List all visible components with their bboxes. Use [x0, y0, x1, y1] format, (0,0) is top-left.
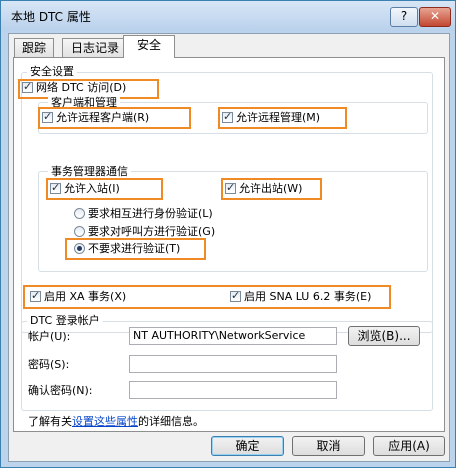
tab-logging[interactable]: 日志记录 [62, 38, 128, 57]
dialog-window: 本地 DTC 属性 ? ✕ 跟踪 日志记录 安全 安全设置 ✓ 网络 DTC 访问… [0, 0, 456, 468]
apply-button[interactable]: 应用(A) [373, 436, 445, 456]
mutual-auth-radio[interactable]: 要求相互进行身份验证(L) [74, 206, 213, 222]
enable-sna-checkbox[interactable]: ✓ 启用 SNA LU 6.2 事务(E) [230, 289, 371, 305]
info-prefix: 了解有关 [28, 415, 72, 428]
checkbox-box: ✓ [222, 110, 233, 123]
check-mark-icon: ✓ [51, 181, 61, 194]
cancel-button[interactable]: 取消 [292, 436, 365, 456]
browse-button[interactable]: 浏览(B)... [348, 326, 420, 346]
dtc-logon-label: DTC 登录帐户 [27, 314, 103, 327]
check-mark-icon: ✓ [43, 110, 53, 123]
check-mark-icon: ✓ [23, 80, 33, 93]
security-settings-label: 安全设置 [27, 65, 77, 78]
radio-circle [74, 208, 85, 219]
checkbox-box: ✓ [225, 181, 236, 194]
radio-selected-dot [77, 246, 82, 251]
confirm-password-label: 确认密码(N): [28, 384, 93, 397]
allow-inbound-checkbox[interactable]: ✓ 允许入站(I) [50, 181, 120, 197]
tab-security[interactable]: 安全 [123, 35, 175, 58]
help-button[interactable]: ? [390, 7, 418, 27]
allow-remote-clients-checkbox[interactable]: ✓ 允许远程客户端(R) [42, 110, 149, 126]
account-input[interactable]: NT AUTHORITY\NetworkService [129, 327, 337, 345]
allow-remote-clients-label: 允许远程客户端(R) [56, 111, 150, 124]
check-mark-icon: ✓ [231, 289, 241, 302]
checkbox-box: ✓ [22, 80, 33, 93]
allow-inbound-label: 允许入站(I) [64, 182, 120, 195]
settings-help-link[interactable]: 设置这些属性 [72, 415, 138, 428]
no-auth-label: 不要求进行验证(T) [88, 242, 181, 255]
security-tab-panel: 安全设置 ✓ 网络 DTC 访问(D) 客户端和管理 ✓ 允许远程客户端(R) ✓ 允… [13, 57, 445, 432]
enable-sna-label: 启用 SNA LU 6.2 事务(E) [244, 290, 372, 303]
checkbox-box: ✓ [42, 110, 53, 123]
mutual-auth-label: 要求相互进行身份验证(L) [88, 207, 213, 220]
title-bar[interactable]: 本地 DTC 属性 ? ✕ [1, 1, 455, 31]
close-button[interactable]: ✕ [419, 7, 451, 27]
radio-circle [74, 226, 85, 237]
tm-communication-label: 事务管理器通信 [48, 165, 131, 178]
checkbox-box: ✓ [50, 181, 61, 194]
dialog-client: 跟踪 日志记录 安全 安全设置 ✓ 网络 DTC 访问(D) 客户端和管理 ✓ 允许… [8, 33, 450, 462]
checkbox-box: ✓ [30, 289, 41, 302]
tab-tracing[interactable]: 跟踪 [14, 38, 54, 57]
allow-remote-admin-checkbox[interactable]: ✓ 允许远程管理(M) [222, 110, 320, 126]
window-title: 本地 DTC 属性 [11, 10, 91, 24]
confirm-password-input[interactable] [129, 381, 337, 399]
allow-outbound-checkbox[interactable]: ✓ 允许出站(W) [225, 181, 302, 197]
check-mark-icon: ✓ [226, 181, 236, 194]
checkbox-box: ✓ [230, 289, 241, 302]
password-label: 密码(S): [28, 358, 70, 371]
network-dtc-access-checkbox[interactable]: ✓ 网络 DTC 访问(D) [22, 80, 126, 96]
ok-button[interactable]: 确定 [211, 436, 284, 456]
enable-xa-checkbox[interactable]: ✓ 启用 XA 事务(X) [30, 289, 126, 305]
caller-auth-label: 要求对呼叫方进行验证(G) [88, 225, 216, 238]
info-suffix: 的详细信息。 [138, 415, 204, 428]
allow-outbound-label: 允许出站(W) [239, 182, 303, 195]
radio-circle [74, 243, 85, 254]
account-label: 帐户(U): [28, 330, 71, 343]
check-mark-icon: ✓ [223, 110, 233, 123]
password-input[interactable] [129, 355, 337, 373]
enable-xa-label: 启用 XA 事务(X) [44, 290, 127, 303]
allow-remote-admin-label: 允许远程管理(M) [236, 111, 321, 124]
check-mark-icon: ✓ [31, 289, 41, 302]
no-auth-radio[interactable]: 不要求进行验证(T) [74, 241, 180, 257]
info-text: 了解有关设置这些属性的详细信息。 [28, 414, 204, 430]
network-dtc-access-label: 网络 DTC 访问(D) [36, 81, 127, 94]
